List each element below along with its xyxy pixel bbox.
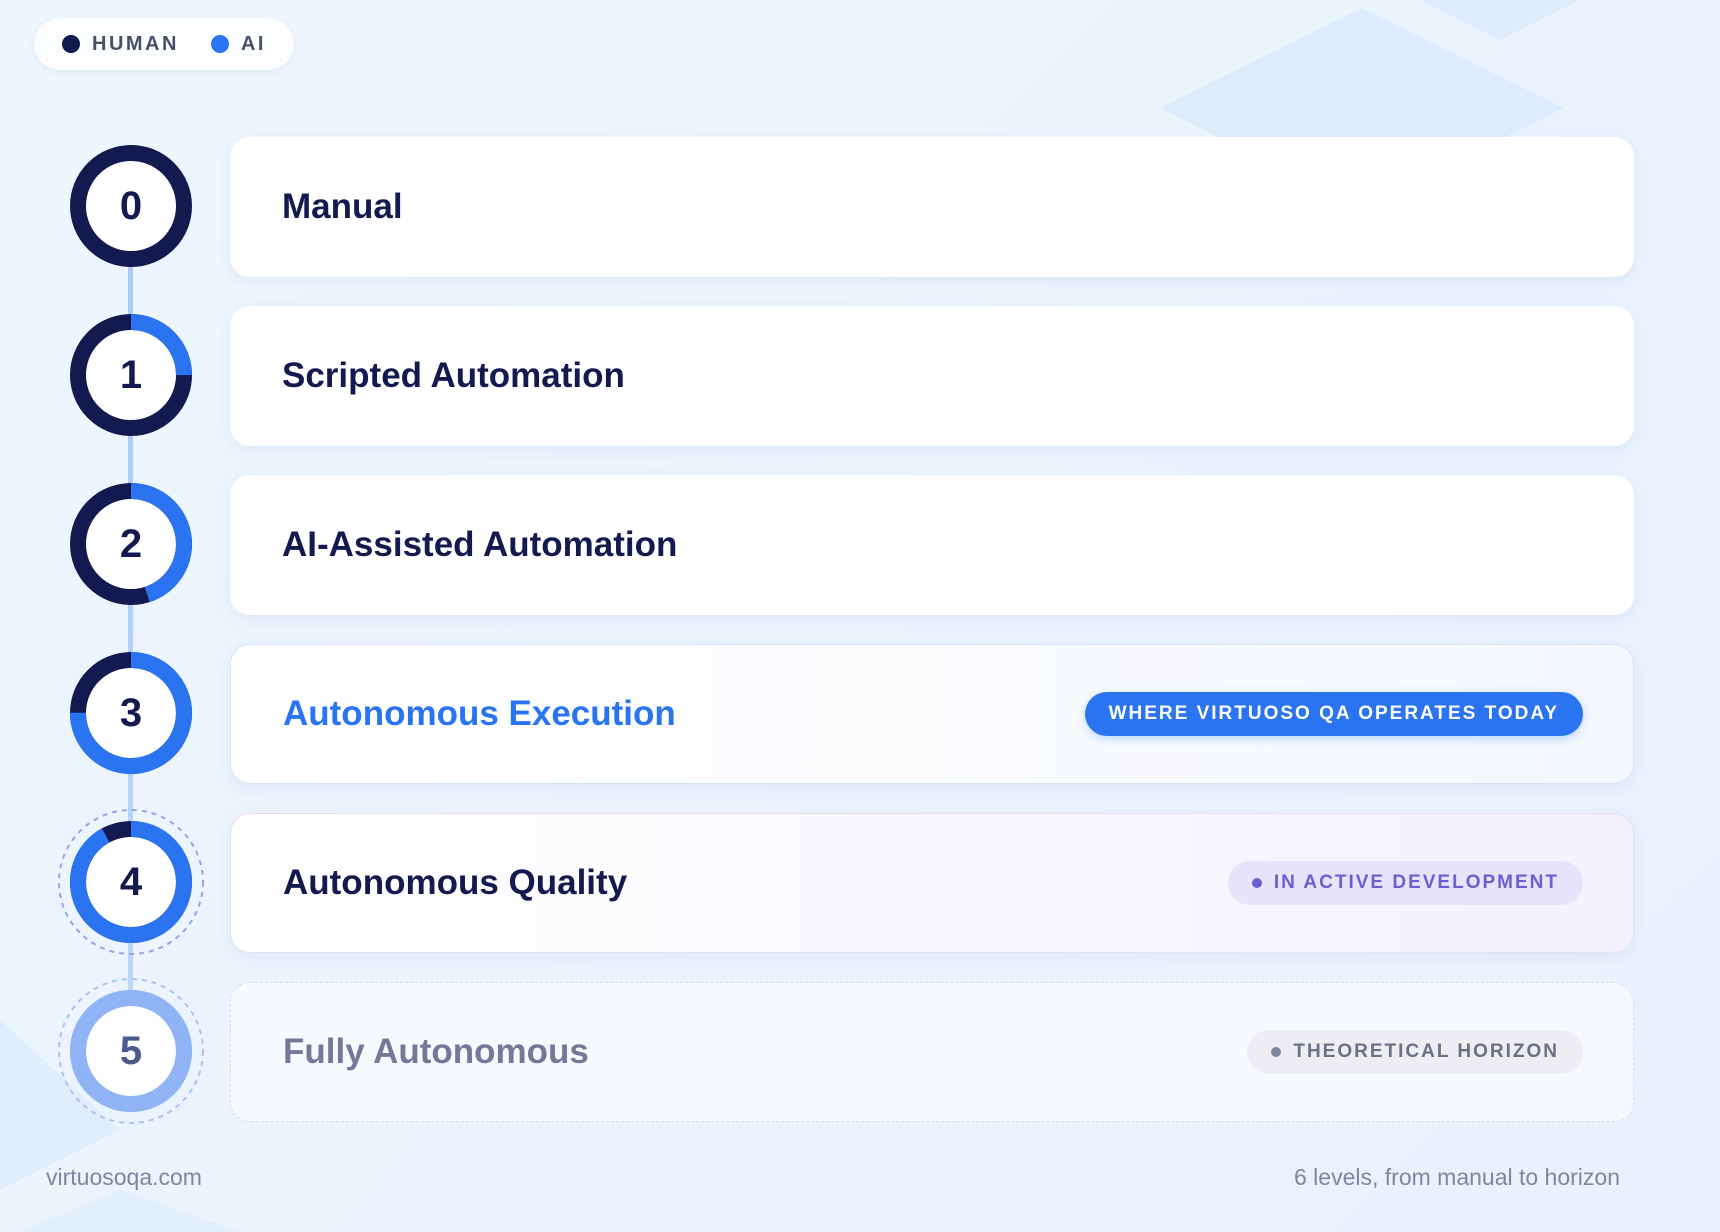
level-title-0: Manual: [282, 187, 403, 226]
level-card-3: Autonomous Execution WHERE VIRTUOSO QA O…: [230, 644, 1634, 784]
footer-site: virtuosoqa.com: [46, 1164, 202, 1190]
level-ring-1: 1: [70, 314, 192, 436]
status-dot-icon: [1271, 1047, 1282, 1057]
level-ring-2: 2: [70, 483, 192, 605]
level-number-5: 5: [119, 1029, 143, 1073]
legend-human: HUMAN: [62, 33, 179, 56]
horizon-status-badge: THEORETICAL HORIZON: [1247, 1030, 1583, 1074]
legend: HUMAN AI: [34, 18, 294, 70]
footer-summary: 6 levels, from manual to horizon: [1294, 1164, 1620, 1190]
level-card-0: Manual: [230, 137, 1634, 277]
level-card-4: Autonomous Quality IN ACTIVE DEVELOPMENT: [230, 813, 1634, 953]
level-title-2: AI-Assisted Automation: [282, 525, 678, 564]
status-dot-icon: [1251, 878, 1262, 888]
level-number-1: 1: [119, 353, 143, 397]
legend-human-label: HUMAN: [92, 32, 179, 55]
level-number-0: 0: [119, 184, 143, 228]
level-number-3: 3: [119, 691, 143, 735]
horizon-status-label: THEORETICAL HORIZON: [1293, 1041, 1559, 1062]
legend-ai-label: AI: [240, 32, 266, 55]
legend-ai: AI: [210, 32, 266, 56]
development-status-label: IN ACTIVE DEVELOPMENT: [1273, 872, 1559, 893]
level-title-5: Fully Autonomous: [283, 1032, 589, 1071]
level-ring-0: 0: [70, 145, 192, 267]
level-card-2: AI-Assisted Automation: [230, 475, 1634, 615]
level-title-1: Scripted Automation: [282, 356, 625, 395]
level-ring-4: 4: [58, 809, 204, 955]
level-number-4: 4: [119, 860, 143, 904]
development-status-badge: IN ACTIVE DEVELOPMENT: [1227, 861, 1583, 905]
current-status-badge: WHERE VIRTUOSO QA OPERATES TODAY: [1084, 692, 1583, 736]
level-card-5: Fully Autonomous THEORETICAL HORIZON: [230, 982, 1634, 1122]
legend-human-swatch: [62, 35, 80, 53]
legend-ai-swatch: [210, 35, 229, 53]
level-number-2: 2: [119, 522, 143, 566]
level-title-3: Autonomous Execution: [283, 694, 676, 733]
level-ring-3: 3: [70, 652, 192, 774]
level-ring-5: 5: [58, 978, 204, 1124]
level-card-1: Scripted Automation: [230, 306, 1634, 446]
level-title-4: Autonomous Quality: [283, 863, 628, 902]
